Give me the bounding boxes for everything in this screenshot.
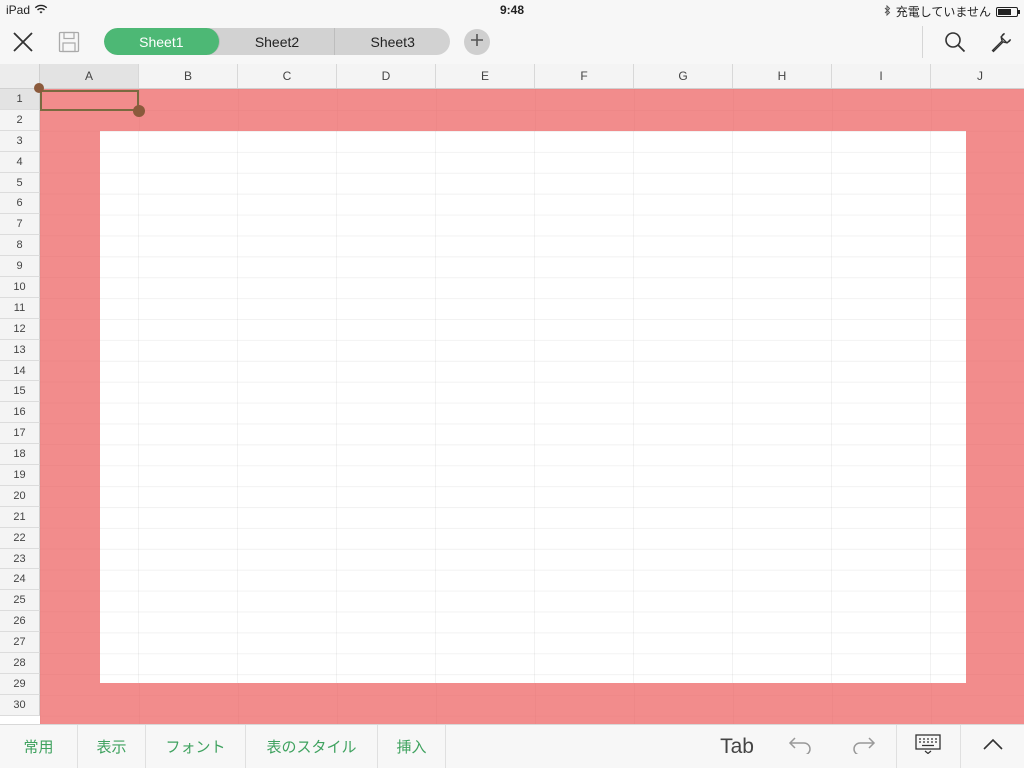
keyboard-button[interactable] [896, 725, 958, 768]
row-header[interactable]: 1 [0, 89, 40, 110]
column-header[interactable]: E [436, 64, 535, 88]
row-header[interactable]: 25 [0, 590, 40, 612]
keyboard-icon [914, 734, 941, 759]
toolbar-divider [922, 26, 923, 58]
row-header[interactable]: 8 [0, 235, 40, 257]
save-icon[interactable] [55, 28, 83, 56]
row-header[interactable]: 21 [0, 506, 40, 528]
column-header[interactable]: H [733, 64, 832, 88]
bluetooth-icon [884, 4, 891, 19]
row-header[interactable]: 11 [0, 297, 40, 319]
row-header[interactable]: 15 [0, 381, 40, 403]
undo-icon [788, 734, 814, 759]
selection-handle-end[interactable] [133, 105, 145, 117]
charging-status: 充電していません [895, 5, 991, 19]
row-header[interactable]: 14 [0, 360, 40, 382]
column-header[interactable]: I [832, 64, 931, 88]
row-header[interactable]: 29 [0, 673, 40, 695]
status-time: 9:48 [499, 3, 525, 17]
row-header[interactable]: 23 [0, 548, 40, 570]
status-right: 充電していません [884, 3, 1020, 20]
spreadsheet-grid: ABCDEFGHIJ 1 2 3 4 5 6 7 8 9 10 11 12 13 14 15 16 17 18 19… [0, 64, 1024, 724]
row-header[interactable]: 2 [0, 109, 40, 131]
battery-icon [996, 6, 1020, 17]
redo-button[interactable] [832, 725, 894, 768]
row-header[interactable]: 28 [0, 653, 40, 674]
row-header[interactable]: 20 [0, 485, 40, 507]
row-header[interactable]: 9 [0, 256, 40, 278]
menu-table-style[interactable]: 表のスタイル [246, 725, 378, 768]
search-icon[interactable] [941, 28, 969, 56]
collapse-button[interactable] [960, 725, 1024, 768]
close-icon[interactable] [9, 28, 37, 56]
tab-key-button[interactable]: Tab [706, 725, 768, 768]
toolbar: Sheet1 Sheet2 Sheet3 [0, 20, 1024, 64]
row-header[interactable]: 6 [0, 193, 40, 215]
column-header[interactable]: B [139, 64, 238, 88]
column-header[interactable]: A [40, 64, 139, 88]
row-header[interactable]: 3 [0, 130, 40, 152]
row-header[interactable]: 26 [0, 611, 40, 633]
row-header[interactable]: 4 [0, 151, 40, 173]
column-header[interactable]: F [535, 64, 634, 88]
menu-font[interactable]: フォント [146, 725, 246, 768]
undo-button[interactable] [770, 725, 832, 768]
selection-handle-start[interactable] [34, 83, 44, 93]
row-header[interactable]: 17 [0, 423, 40, 445]
menu-insert[interactable]: 挿入 [378, 725, 446, 768]
row-header[interactable]: 19 [0, 465, 40, 486]
sheet-tabs: Sheet1 Sheet2 Sheet3 [104, 28, 450, 55]
column-headers: ABCDEFGHIJ [40, 64, 1024, 89]
row-header[interactable]: 24 [0, 569, 40, 591]
row-header[interactable]: 5 [0, 172, 40, 194]
add-sheet-button[interactable] [464, 29, 490, 55]
row-header[interactable]: 16 [0, 402, 40, 424]
column-header[interactable]: G [634, 64, 733, 88]
row-headers: 1 2 3 4 5 6 7 8 9 10 11 12 13 14 15 16 17 18 19 20 21 22 23 24 2… [0, 89, 40, 716]
column-header[interactable]: C [238, 64, 337, 88]
row-header[interactable]: 22 [0, 527, 40, 549]
row-header[interactable]: 12 [0, 318, 40, 340]
chevron-up-icon [982, 737, 1004, 756]
wrench-icon[interactable] [987, 28, 1015, 56]
row-header[interactable]: 10 [0, 277, 40, 298]
tab-sheet1[interactable]: Sheet1 [104, 28, 220, 55]
column-header[interactable]: J [931, 64, 1024, 88]
bottom-toolbar: 常用 表示 フォント 表のスタイル 挿入 Tab [0, 724, 1024, 768]
column-header[interactable]: D [337, 64, 436, 88]
row-header[interactable]: 13 [0, 339, 40, 361]
row-header[interactable]: 30 [0, 694, 40, 716]
plus-icon [470, 33, 484, 52]
status-bar: iPad 9:48 充電していません [0, 0, 1024, 20]
tab-sheet2[interactable]: Sheet2 [220, 28, 336, 55]
row-header[interactable]: 27 [0, 632, 40, 654]
cell-selection[interactable] [40, 90, 139, 111]
menu-home[interactable]: 常用 [0, 725, 78, 768]
tab-sheet3[interactable]: Sheet3 [335, 28, 450, 55]
menu-view[interactable]: 表示 [78, 725, 146, 768]
row-header[interactable]: 7 [0, 214, 40, 236]
redo-icon [850, 734, 876, 759]
unfilled-range [100, 131, 966, 683]
row-header[interactable]: 18 [0, 444, 40, 466]
